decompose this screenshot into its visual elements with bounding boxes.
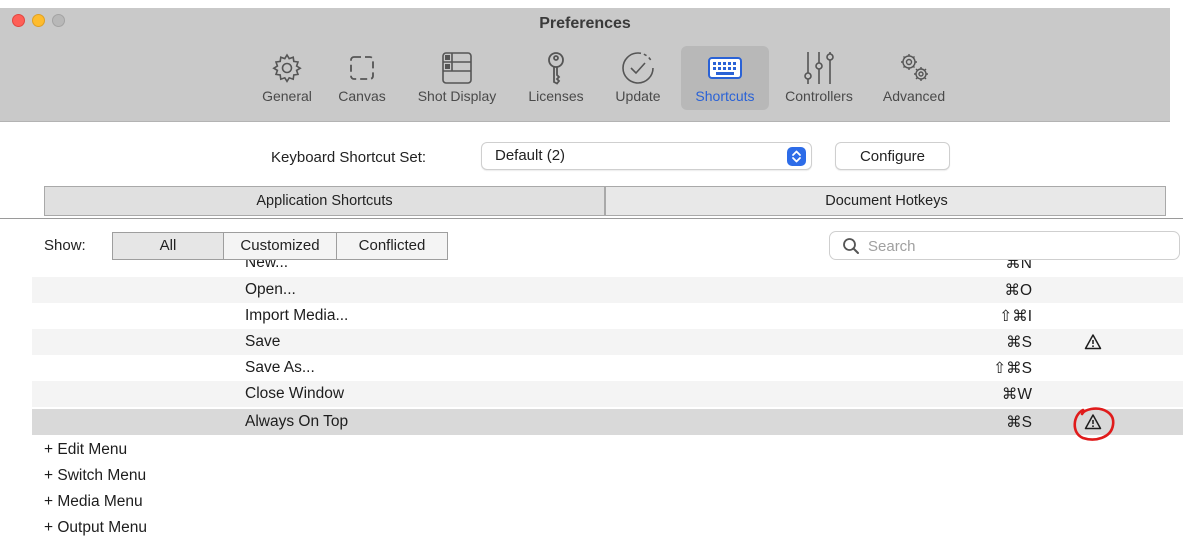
tab-update-label: Update xyxy=(615,88,661,104)
chevron-up-down-icon xyxy=(787,147,806,166)
shortcut-name: New... xyxy=(245,260,289,271)
tab-controllers[interactable]: Controllers xyxy=(774,46,864,110)
shortcut-name: Always On Top xyxy=(245,413,349,430)
filter-customized-button[interactable]: Customized xyxy=(224,232,337,260)
shortcut-key: ⌘N xyxy=(1005,260,1032,272)
list-item-selected[interactable]: Always On Top ⌘S xyxy=(32,409,1183,435)
group-output-menu[interactable]: + Output Menu xyxy=(32,515,1183,541)
shortcut-name: Import Media... xyxy=(245,307,349,324)
grid-layout-icon xyxy=(442,52,472,84)
segment-document-hotkeys[interactable]: Document Hotkeys xyxy=(608,187,1165,215)
list-item[interactable]: Save As... ⇧⌘S xyxy=(32,355,1183,381)
list-item[interactable]: Save ⌘S xyxy=(32,329,1183,355)
segment-application-shortcuts[interactable]: Application Shortcuts xyxy=(45,187,606,215)
list-item[interactable]: Close Window ⌘W xyxy=(32,381,1183,407)
gears-icon xyxy=(901,54,928,81)
group-label: + Switch Menu xyxy=(44,467,147,484)
divider xyxy=(0,218,1183,219)
tab-licenses[interactable]: Licenses xyxy=(516,46,596,110)
tab-canvas[interactable]: Canvas xyxy=(326,46,398,110)
show-label: Show: xyxy=(44,237,86,254)
list-item[interactable]: Open... ⌘O xyxy=(32,277,1183,303)
window-title: Preferences xyxy=(539,15,631,32)
filter-all-button[interactable]: All xyxy=(112,232,224,260)
warning-icon xyxy=(1084,334,1102,350)
shortcut-key: ⌘O xyxy=(1004,282,1032,299)
key-icon xyxy=(548,52,564,85)
tab-shortcuts-label: Shortcuts xyxy=(695,88,755,104)
keyboard-icon xyxy=(708,57,742,79)
group-media-menu[interactable]: + Media Menu xyxy=(32,489,1183,515)
shortcut-name: Open... xyxy=(245,281,296,298)
tab-general[interactable]: General xyxy=(254,46,320,110)
tab-update[interactable]: Update xyxy=(602,46,674,110)
annotation-circle xyxy=(1073,407,1115,441)
list-item[interactable]: New... ⌘N xyxy=(32,260,1183,276)
search-input[interactable] xyxy=(868,235,1158,257)
window-toolbar: Preferences General Canvas Shot Display … xyxy=(0,0,1183,122)
filter-conflicted-button[interactable]: Conflicted xyxy=(337,232,448,260)
shortcut-key: ⌘S xyxy=(1006,414,1032,431)
group-switch-menu[interactable]: + Switch Menu xyxy=(32,463,1183,489)
shortcut-name: Save xyxy=(245,333,281,350)
shortcut-list: New... ⌘N Open... ⌘O Import Media... ⇧⌘I… xyxy=(32,260,1183,548)
refresh-check-icon xyxy=(622,52,654,84)
tab-canvas-label: Canvas xyxy=(338,88,386,104)
configure-button[interactable]: Configure xyxy=(835,142,950,170)
gear-icon xyxy=(272,53,302,83)
group-label: + Media Menu xyxy=(44,493,143,510)
shortcut-set-value: Default (2) xyxy=(495,147,566,164)
dashed-frame-icon xyxy=(350,56,374,80)
tab-shot-display-label: Shot Display xyxy=(417,88,497,104)
group-edit-menu[interactable]: + Edit Menu xyxy=(32,437,1183,463)
tab-shortcuts[interactable]: Shortcuts xyxy=(681,46,769,110)
sliders-icon xyxy=(804,52,834,84)
search-field[interactable] xyxy=(829,231,1180,260)
shortcut-name: Close Window xyxy=(245,385,345,402)
tab-advanced-label: Advanced xyxy=(882,88,946,104)
list-item[interactable]: Import Media... ⇧⌘I xyxy=(32,303,1183,329)
shortcut-scope-segments: Application Shortcuts Document Hotkeys xyxy=(44,186,1166,216)
shortcut-key: ⌘W xyxy=(1001,386,1032,403)
shortcut-name: Save As... xyxy=(245,359,315,376)
tab-shot-display[interactable]: Shot Display xyxy=(404,46,510,110)
shortcut-set-select[interactable]: Default (2) xyxy=(481,142,812,170)
shortcut-key: ⇧⌘S xyxy=(993,360,1032,377)
shortcut-key: ⇧⌘I xyxy=(999,308,1032,325)
search-icon xyxy=(843,238,859,254)
group-label: + Edit Menu xyxy=(44,441,128,458)
tab-general-label: General xyxy=(262,88,312,104)
shortcut-key: ⌘S xyxy=(1006,334,1032,351)
tab-licenses-label: Licenses xyxy=(528,88,584,104)
shortcut-set-label: Keyboard Shortcut Set: xyxy=(271,149,427,166)
tab-controllers-label: Controllers xyxy=(785,88,853,104)
tab-advanced[interactable]: Advanced xyxy=(872,46,956,110)
group-label: + Output Menu xyxy=(44,519,147,536)
